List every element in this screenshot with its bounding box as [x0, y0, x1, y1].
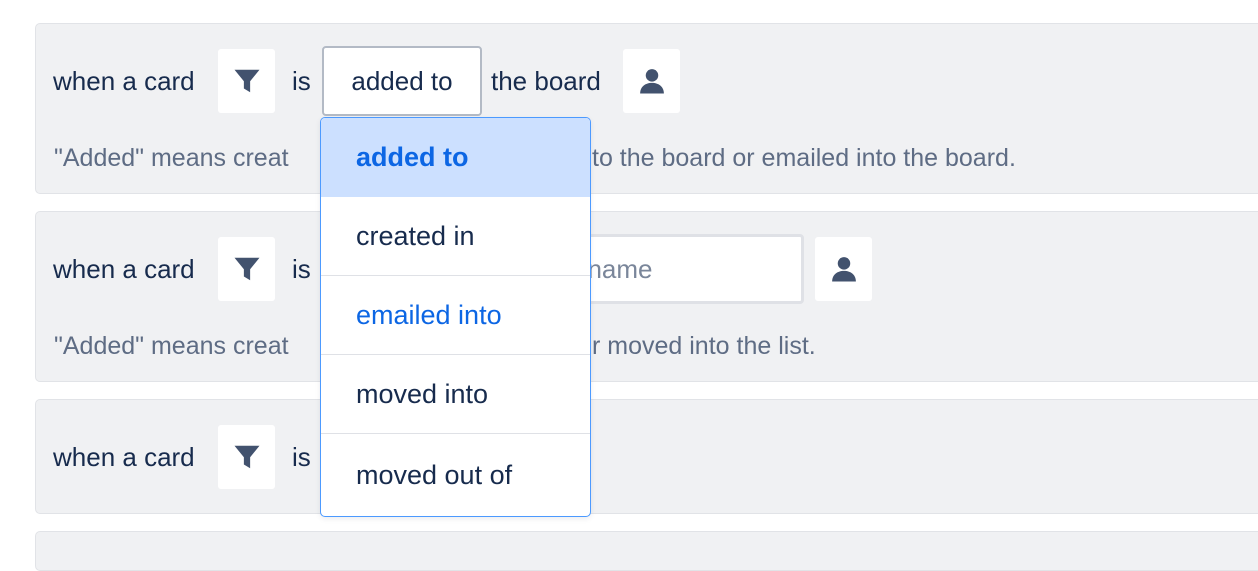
- card-action-dropdown: added to created in emailed into moved i…: [320, 117, 591, 517]
- rule-description-tail: to the board or emailed into the board.: [592, 144, 1016, 172]
- list-name-input[interactable]: t name: [560, 234, 804, 304]
- card-filter-button[interactable]: [218, 237, 275, 301]
- filter-icon: [234, 257, 259, 281]
- dropdown-option-created-in[interactable]: created in: [321, 197, 590, 276]
- rule-card-fourth: [35, 531, 1258, 571]
- card-action-select[interactable]: added to: [322, 46, 482, 116]
- dropdown-option-moved-out-of[interactable]: moved out of: [321, 434, 590, 516]
- dropdown-option-emailed-into[interactable]: emailed into: [321, 276, 590, 355]
- the-board-label: the board: [491, 66, 601, 96]
- rule-description-tail: r moved into the list.: [592, 332, 816, 360]
- member-filter-button[interactable]: [815, 237, 872, 301]
- dropdown-option-moved-into[interactable]: moved into: [321, 355, 590, 434]
- is-label: is: [292, 442, 311, 472]
- rule-description: "Added" means creat: [54, 144, 289, 172]
- card-filter-button[interactable]: [218, 49, 275, 113]
- is-label: is: [292, 254, 311, 284]
- dropdown-option-added-to[interactable]: added to: [321, 118, 590, 197]
- rule-prefix-text: when a card: [53, 442, 195, 472]
- is-label: is: [292, 66, 311, 96]
- rule-prefix-text: when a card: [53, 66, 195, 96]
- member-filter-button[interactable]: [623, 49, 680, 113]
- filter-icon: [234, 69, 259, 93]
- filter-icon: [234, 445, 259, 469]
- card-filter-button[interactable]: [218, 425, 275, 489]
- rule-prefix-text: when a card: [53, 254, 195, 284]
- rule-description: "Added" means creat: [54, 332, 289, 360]
- user-icon: [831, 257, 856, 282]
- user-icon: [639, 69, 664, 94]
